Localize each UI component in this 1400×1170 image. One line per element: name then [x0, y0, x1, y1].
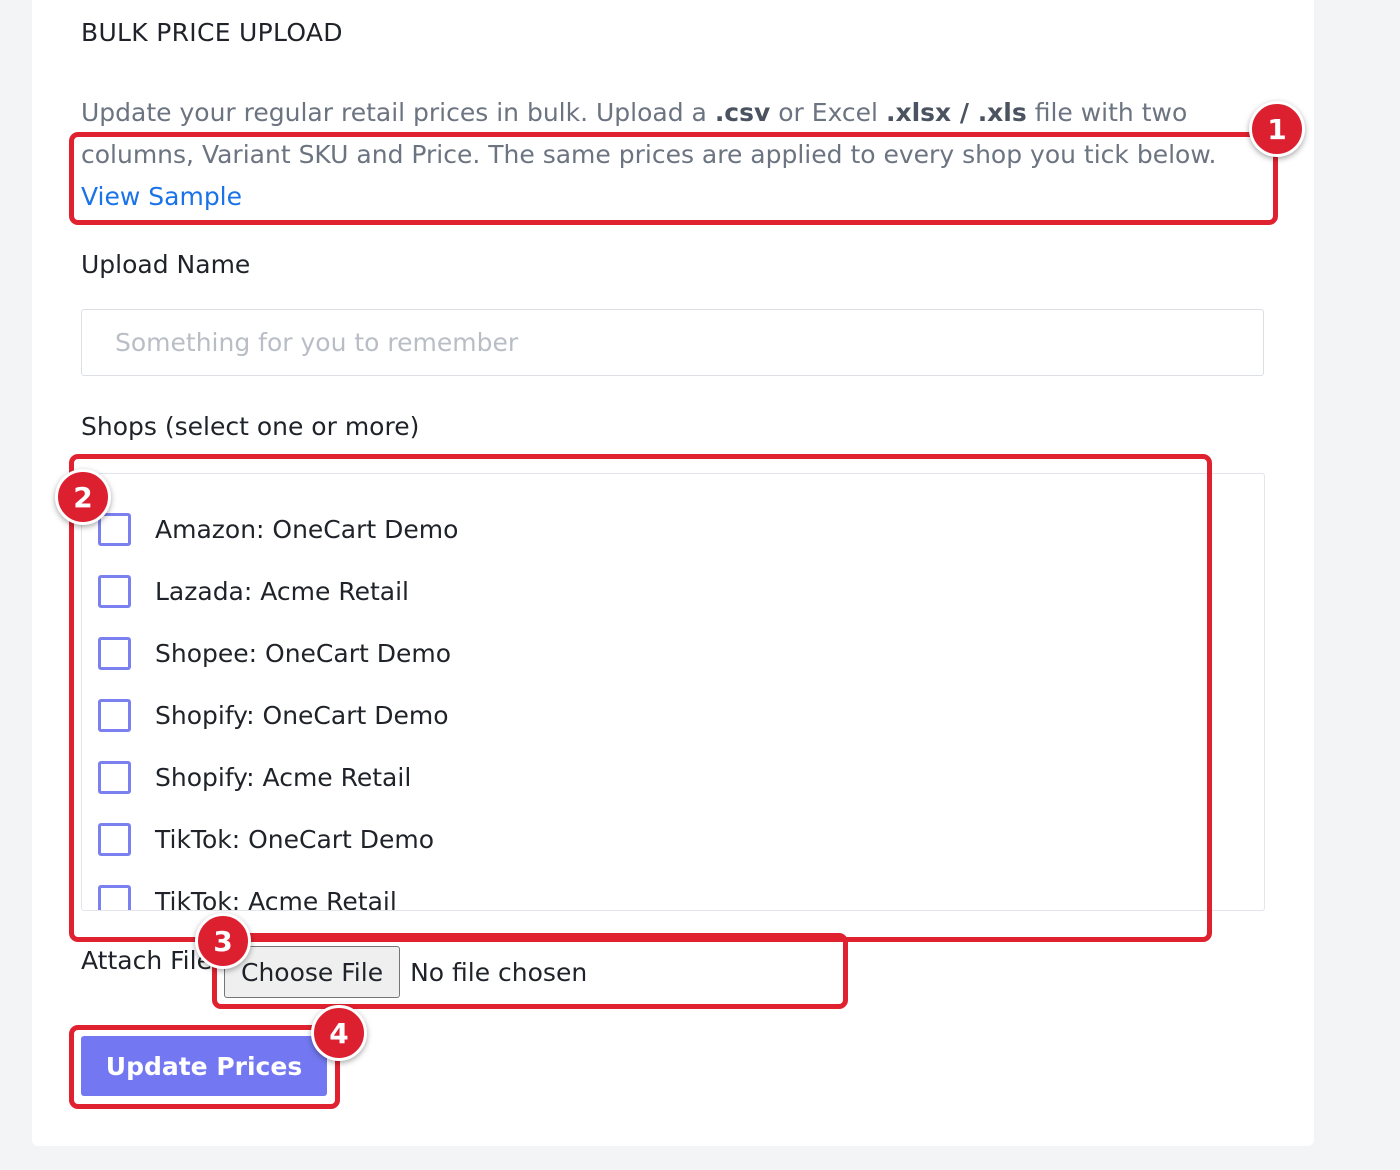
file-status: No file chosen [410, 957, 588, 987]
shop-label: Shopify: OneCart Demo [155, 700, 449, 730]
shop-item[interactable]: TikTok: Acme Retail [98, 883, 397, 911]
shop-label: Shopee: OneCart Demo [155, 638, 451, 668]
shop-item[interactable]: Shopee: OneCart Demo [98, 635, 451, 671]
format-excel: .xlsx / .xls [885, 98, 1027, 127]
shop-item[interactable]: TikTok: OneCart Demo [98, 821, 434, 857]
shop-label: TikTok: Acme Retail [155, 886, 397, 911]
annotation-badge: 2 [55, 469, 111, 525]
shop-item[interactable]: Shopify: OneCart Demo [98, 697, 449, 733]
page-title: BULK PRICE UPLOAD [81, 18, 343, 47]
description-text: Update your regular retail prices in bul… [81, 98, 715, 127]
shop-checkbox[interactable] [98, 698, 131, 732]
format-csv: .csv [714, 98, 771, 127]
shop-label: TikTok: OneCart Demo [155, 824, 435, 854]
upload-name-label: Upload Name [81, 250, 251, 279]
shop-label: Shopify: Acme Retail [155, 762, 412, 792]
shop-checkbox[interactable] [98, 574, 131, 608]
shop-label: Amazon: OneCart Demo [155, 514, 459, 544]
upload-name-input[interactable] [81, 309, 1264, 376]
annotation-badge: 3 [195, 913, 251, 969]
shop-checkbox[interactable] [98, 884, 131, 910]
shop-checkbox[interactable] [98, 636, 131, 670]
shop-item[interactable]: Amazon: OneCart Demo [98, 511, 458, 547]
update-prices-button[interactable]: Update Prices [81, 1036, 327, 1096]
annotation-badge: 4 [311, 1005, 367, 1061]
attach-file-label: Attach File [81, 946, 212, 975]
annotation-badge: 1 [1249, 101, 1305, 157]
view-sample-link[interactable]: View Sample [81, 182, 242, 211]
shop-item[interactable]: Lazada: Acme Retail [98, 573, 409, 609]
choose-file-button[interactable]: Choose File [224, 946, 401, 998]
shops-list[interactable]: Amazon: OneCart Demo Lazada: Acme Retail… [81, 473, 1265, 911]
shop-label: Lazada: Acme Retail [155, 576, 409, 606]
shop-checkbox[interactable] [98, 760, 131, 794]
shop-checkbox[interactable] [98, 512, 131, 546]
shops-label: Shops (select one or more) [81, 412, 420, 441]
file-input[interactable]: Choose File No file chosen [224, 946, 587, 998]
shop-checkbox[interactable] [98, 822, 131, 856]
upload-description: Update your regular retail prices in bul… [81, 92, 1271, 218]
shop-item[interactable]: Shopify: Acme Retail [98, 759, 411, 795]
description-text: or Excel [770, 98, 886, 127]
